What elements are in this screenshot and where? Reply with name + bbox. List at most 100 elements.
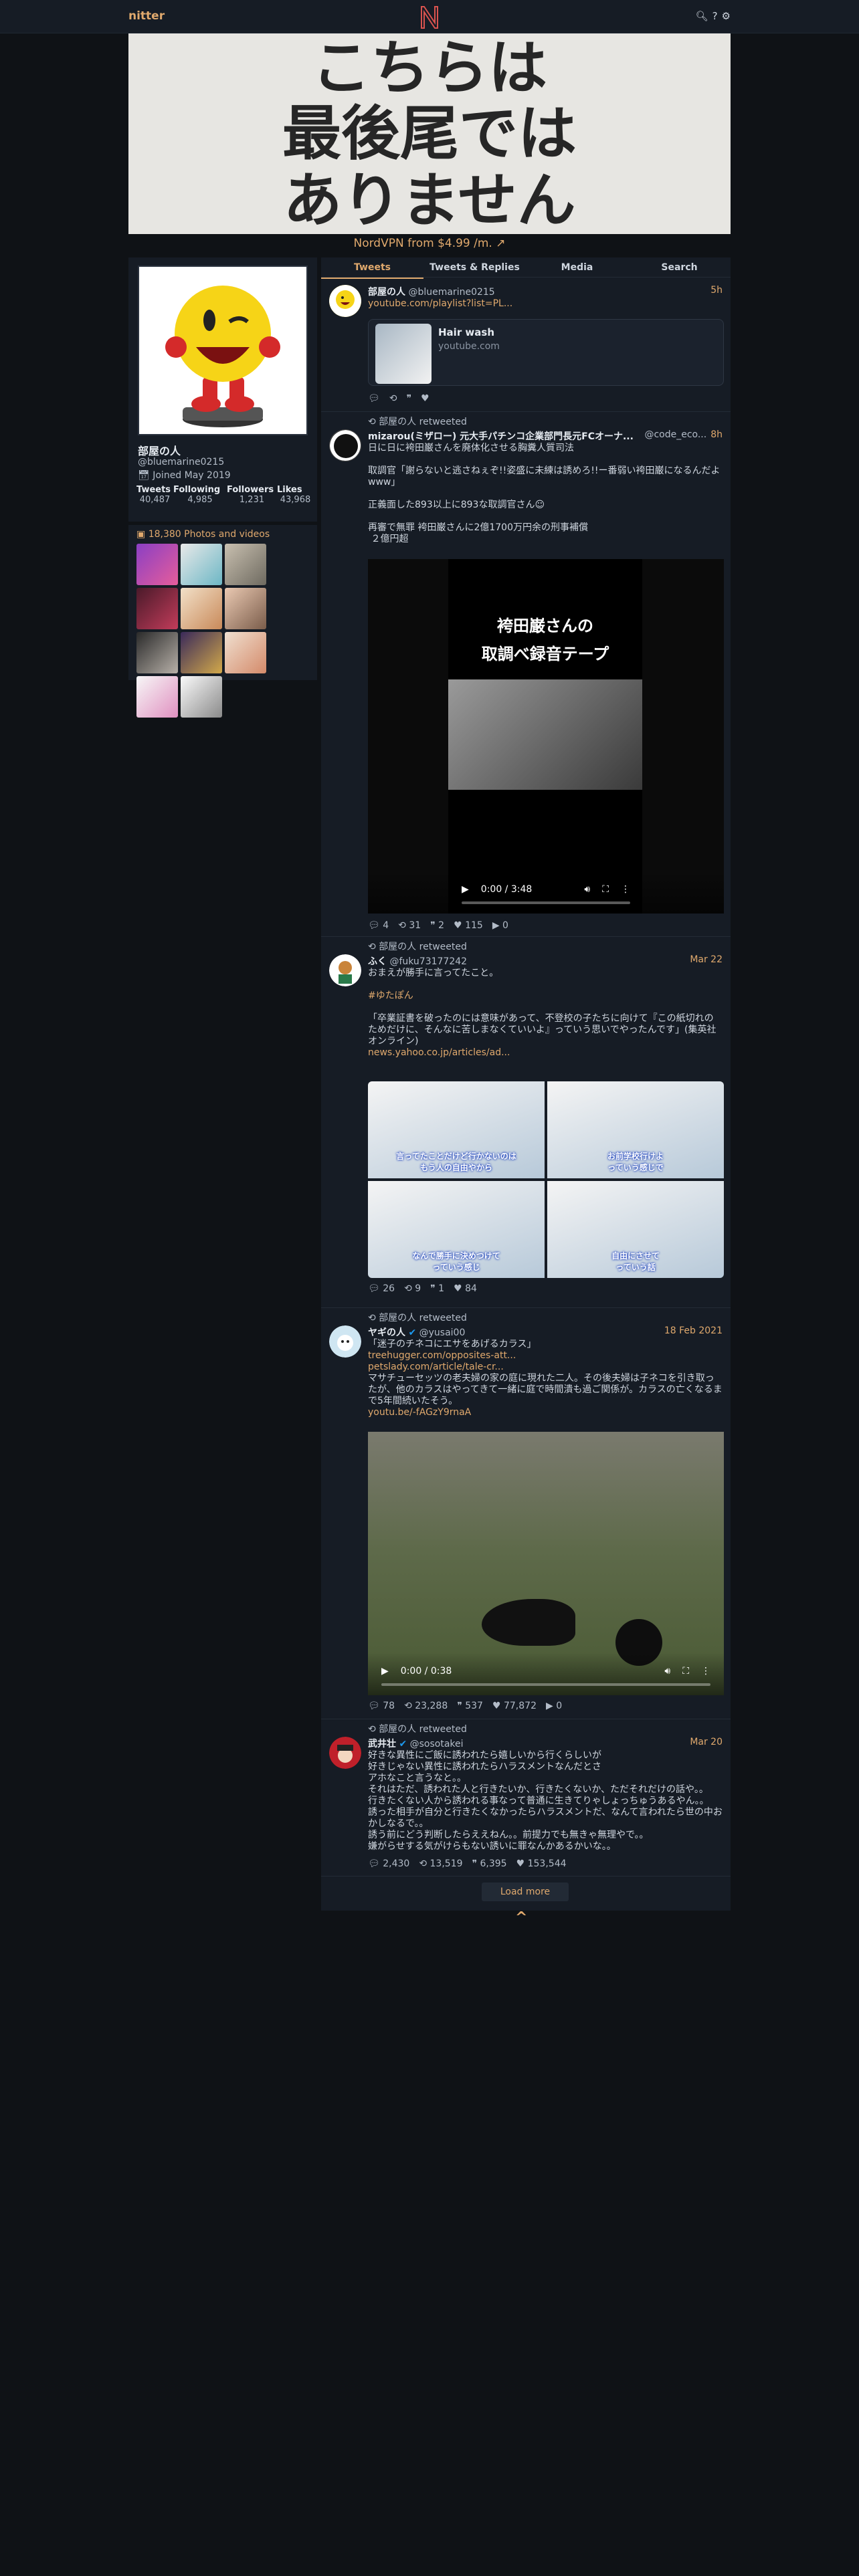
play-icon[interactable]: ▶ (381, 1666, 389, 1677)
tab-tweets-replies[interactable]: Tweets & Replies (423, 257, 526, 279)
photo-thumb[interactable] (225, 632, 266, 673)
video-player[interactable]: 袴田巌さんの 取調べ録音テープ ▶ 0:00 / 3:48 🔊︎ ⛶ ⋮ (368, 559, 724, 914)
tweet-link[interactable]: news.yahoo.co.jp/articles/ad... (368, 1047, 723, 1059)
quote-stat[interactable]: ❞ 1 (430, 1283, 444, 1294)
tab-media[interactable]: Media (526, 257, 628, 279)
retweet-stat[interactable]: ⟲ 9 (404, 1283, 421, 1294)
tweet-date[interactable]: Mar 20 (690, 1737, 723, 1747)
more-icon[interactable]: ⋮ (621, 884, 630, 895)
tweet-author-handle[interactable]: @code_eco... (644, 429, 706, 440)
following-label[interactable]: Following (173, 485, 227, 495)
tweet-author-name[interactable]: ふく (368, 956, 387, 967)
photo-rail-title[interactable]: ▣ 18,380 Photos and videos (136, 529, 270, 540)
tweet-item[interactable]: ⟲ 部屋の人 retweeted ヤギの人 ✔ @yusai00 18 Feb … (321, 1308, 731, 1719)
tweet-item[interactable]: ⟲ 部屋の人 retweeted mizarou(ミザロー) 元大手パチンコ企業… (321, 412, 731, 937)
photo-thumb[interactable] (181, 588, 222, 629)
tweet-link-3[interactable]: youtu.be/-fAGzY9rnaA (368, 1407, 723, 1418)
tweet-author-handle[interactable]: @yusai00 (419, 1327, 466, 1338)
tab-search[interactable]: Search (628, 257, 731, 279)
tweet-photo[interactable]: 自由にさせて っていう話 (547, 1181, 724, 1278)
likes-count[interactable]: 43,968 (277, 495, 314, 505)
fullscreen-icon[interactable]: ⛶ (602, 884, 609, 895)
tweet-author-name[interactable]: mizarou(ミザロー) 元大手パチンコ企業部門長元FCオーナ... (368, 431, 634, 442)
like-stat[interactable]: ♥ 153,544 (516, 1858, 567, 1869)
retweet-stat[interactable]: ⟲ 31 (398, 920, 421, 931)
like-stat[interactable]: ♥ 115 (454, 920, 483, 931)
tweet-author-name[interactable]: 武井壮 (368, 1739, 396, 1749)
tweet-date[interactable]: @code_eco... 8h (644, 429, 723, 440)
followers-label[interactable]: Followers (227, 485, 277, 495)
following-count[interactable]: 4,985 (173, 495, 227, 505)
tweet-author-handle[interactable]: @bluemarine0215 (408, 287, 494, 298)
profile-handle[interactable]: @bluemarine0215 (138, 457, 224, 467)
help-icon[interactable]: ? (712, 10, 718, 22)
tweet-date[interactable]: Mar 22 (690, 954, 723, 965)
photo-thumb[interactable] (181, 676, 222, 718)
photo-thumb[interactable] (225, 588, 266, 629)
video-progress-bar[interactable] (381, 1683, 710, 1686)
play-stat[interactable]: ▶ 0 (492, 920, 508, 931)
retweet-icon[interactable]: ⟲ (389, 393, 397, 404)
volume-icon[interactable]: 🔊︎ (664, 1666, 670, 1677)
profile-name[interactable]: 部屋の人 (138, 442, 181, 458)
scroll-top-button[interactable]: ^ (515, 1909, 527, 1926)
volume-icon[interactable]: 🔊︎ (584, 884, 590, 895)
like-stat[interactable]: ♥ 77,872 (492, 1701, 537, 1711)
tweet-item[interactable]: ⟲ 部屋の人 retweeted 武井壮 ✔ @sosotakei Mar 20… (321, 1719, 731, 1876)
tweet-date[interactable]: 18 Feb 2021 (664, 1325, 723, 1336)
video-player[interactable]: ▶ 0:00 / 0:38 🔊︎ ⛶ ⋮ (368, 1432, 724, 1695)
tweet-author-handle[interactable]: @fuku73177242 (389, 956, 467, 967)
photo-thumb[interactable] (136, 544, 178, 585)
likes-label[interactable]: Likes (277, 485, 314, 495)
photo-thumb[interactable] (181, 632, 222, 673)
retweet-stat[interactable]: ⟲ 23,288 (404, 1701, 448, 1711)
ad-link[interactable]: NordVPN from $4.99 /m. ↗ (0, 237, 859, 250)
profile-avatar[interactable] (138, 265, 308, 435)
link-card[interactable]: Hair wash youtube.com (368, 319, 724, 386)
photo-thumb[interactable] (136, 588, 178, 629)
tweet-avatar[interactable] (329, 1325, 361, 1358)
photo-thumb[interactable] (136, 632, 178, 673)
load-more-button[interactable]: Load more (482, 1883, 569, 1901)
play-stat[interactable]: ▶ 0 (546, 1701, 562, 1711)
comment-stat[interactable]: 💬︎ 78 (368, 1701, 395, 1711)
tweet-avatar[interactable] (329, 954, 361, 986)
tweet-avatar[interactable] (329, 285, 361, 317)
search-icon[interactable]: 🔍︎ (696, 10, 708, 22)
more-icon[interactable]: ⋮ (701, 1666, 710, 1677)
tweet-photo[interactable]: お前学校行けよ っていう感じで (547, 1081, 724, 1178)
comment-stat[interactable]: 💬︎ 26 (368, 1283, 395, 1294)
tweet-author-name[interactable]: 部屋の人 (368, 287, 405, 298)
quote-icon[interactable]: ❞ (407, 393, 412, 404)
photo-thumb[interactable] (136, 676, 178, 718)
tweet-item[interactable]: ⟲ 部屋の人 retweeted ふく @fuku73177242 Mar 22… (321, 937, 731, 1308)
heart-icon[interactable]: ♥ (421, 393, 430, 404)
followers-count[interactable]: 1,231 (227, 495, 277, 505)
settings-icon[interactable]: ⚙ (722, 10, 731, 22)
quote-stat[interactable]: ❞ 2 (430, 920, 444, 931)
tweet-link-2[interactable]: petslady.com/article/tale-cr... (368, 1362, 723, 1373)
retweet-stat[interactable]: ⟲ 13,519 (419, 1858, 462, 1869)
comment-stat[interactable]: 💬︎ 4 (368, 920, 389, 931)
comment-icon[interactable]: 💬︎ (368, 393, 380, 404)
hashtag-link[interactable]: #ゆたぽん (368, 990, 723, 1002)
tab-tweets[interactable]: Tweets (321, 257, 423, 279)
tweet-avatar[interactable] (329, 1737, 361, 1769)
tweet-author-name[interactable]: ヤギの人 (368, 1327, 405, 1338)
quote-stat[interactable]: ❞ 6,395 (472, 1858, 507, 1869)
photo-thumb[interactable] (181, 544, 222, 585)
tweet-link[interactable]: youtube.com/playlist?list=PL... (368, 298, 723, 310)
comment-stat[interactable]: 💬︎ 2,430 (368, 1858, 409, 1869)
tweet-photo[interactable]: 言ってたことだけど行かないのは もう人の自由やから (368, 1081, 545, 1178)
tweet-link-1[interactable]: treehugger.com/opposites-att... (368, 1350, 723, 1362)
tweet-date-text[interactable]: 8h (710, 429, 723, 440)
quote-stat[interactable]: ❞ 537 (457, 1701, 483, 1711)
tweet-author-handle[interactable]: @sosotakei (410, 1739, 464, 1749)
brand-link[interactable]: nitter (128, 9, 165, 23)
tweet-photo[interactable]: なんで勝手に決めつけて っていう感じ (368, 1181, 545, 1278)
fullscreen-icon[interactable]: ⛶ (682, 1666, 689, 1677)
nitter-logo[interactable] (417, 3, 442, 31)
tweet-avatar[interactable] (329, 429, 361, 461)
play-icon[interactable]: ▶ (462, 884, 469, 895)
tweet-item[interactable]: 部屋の人 @bluemarine0215 5h youtube.com/play… (321, 278, 731, 412)
